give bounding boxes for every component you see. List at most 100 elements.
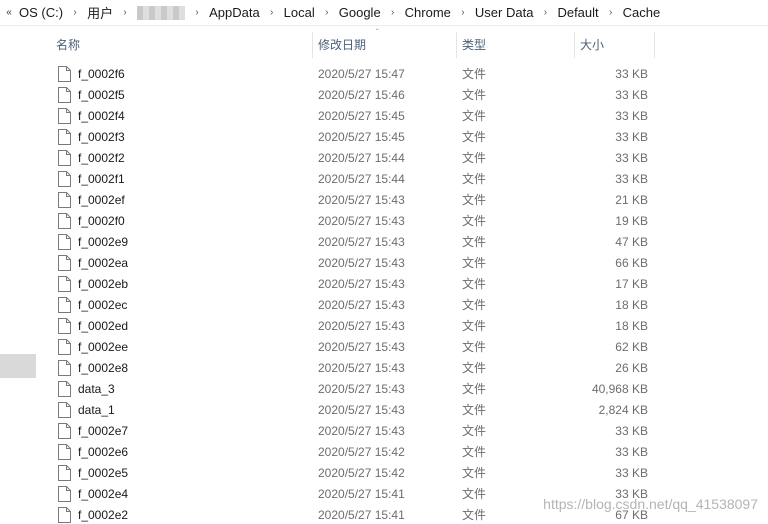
file-name: f_0002f6 [78, 67, 125, 81]
file-date-modified: 2020/5/27 15:43 [318, 298, 405, 312]
column-header-date[interactable]: 修改日期 [312, 30, 456, 60]
file-row[interactable]: f_0002f3 2020/5/27 15:45 文件 33 KB [38, 127, 768, 148]
chevron-right-icon[interactable]: › [263, 7, 281, 18]
file-type: 文件 [462, 130, 487, 144]
breadcrumb-item-redacted[interactable] [137, 5, 186, 20]
file-icon [58, 129, 71, 145]
breadcrumb-item[interactable]: Cache [620, 5, 664, 20]
file-row[interactable]: f_0002e8 2020/5/27 15:43 文件 26 KB [38, 358, 768, 379]
breadcrumb[interactable]: «OS (C:) › 用户 › › AppData › Local › Google › Chrome… [0, 0, 768, 26]
file-row[interactable]: data_3 2020/5/27 15:43 文件 40,968 KB [38, 379, 768, 400]
file-date-modified: 2020/5/27 15:43 [318, 340, 405, 354]
file-name: f_0002e5 [78, 466, 129, 480]
file-row[interactable]: f_0002f4 2020/5/27 15:45 文件 33 KB [38, 106, 768, 127]
file-date-modified: 2020/5/27 15:44 [318, 172, 405, 186]
file-size: 18 KB [615, 298, 648, 312]
file-icon [58, 465, 71, 481]
file-type: 文件 [462, 508, 487, 522]
column-header-type[interactable]: 类型 [456, 30, 574, 60]
file-name: f_0002ec [78, 298, 128, 312]
file-row[interactable]: f_0002e9 2020/5/27 15:43 文件 47 KB [38, 232, 768, 253]
chevron-right-icon[interactable]: › [536, 7, 554, 18]
file-row[interactable]: f_0002f6 2020/5/27 15:47 文件 33 KB [38, 64, 768, 85]
file-icon [58, 192, 71, 208]
file-size: 33 KB [615, 67, 648, 81]
file-row[interactable]: f_0002f1 2020/5/27 15:44 文件 33 KB [38, 169, 768, 190]
file-size: 33 KB [615, 424, 648, 438]
column-header-name[interactable]: 名称 [50, 30, 312, 60]
file-type: 文件 [462, 340, 487, 354]
file-type: 文件 [462, 67, 487, 81]
watermark-text: https://blog.csdn.net/qq_41538097 [543, 496, 758, 512]
column-header-row: 名称 修改日期 ˇ 类型 大小 [38, 28, 768, 60]
breadcrumb-item[interactable]: AppData [206, 5, 263, 20]
file-type: 文件 [462, 403, 487, 417]
file-type: 文件 [462, 109, 487, 123]
column-divider[interactable] [654, 32, 655, 58]
file-row[interactable]: f_0002ee 2020/5/27 15:43 文件 62 KB [38, 337, 768, 358]
file-row[interactable]: f_0002eb 2020/5/27 15:43 文件 17 KB [38, 274, 768, 295]
file-icon [58, 171, 71, 187]
file-row[interactable]: f_0002ef 2020/5/27 15:43 文件 21 KB [38, 190, 768, 211]
file-type: 文件 [462, 88, 487, 102]
chevron-right-icon[interactable]: › [384, 7, 402, 18]
file-date-modified: 2020/5/27 15:43 [318, 382, 405, 396]
file-icon [58, 444, 71, 460]
file-row[interactable]: f_0002e5 2020/5/27 15:42 文件 33 KB [38, 463, 768, 484]
double-chevron-left-icon[interactable]: « [2, 7, 16, 18]
sort-indicator-icon: ˇ [376, 28, 379, 37]
chevron-right-icon[interactable]: › [602, 7, 620, 18]
file-row[interactable]: f_0002ea 2020/5/27 15:43 文件 66 KB [38, 253, 768, 274]
file-size: 33 KB [615, 109, 648, 123]
file-date-modified: 2020/5/27 15:43 [318, 277, 405, 291]
file-name: f_0002ed [78, 319, 129, 333]
file-date-modified: 2020/5/27 15:42 [318, 466, 405, 480]
file-size: 17 KB [615, 277, 648, 291]
breadcrumb-item[interactable]: OS (C:) [16, 5, 66, 20]
file-type: 文件 [462, 235, 487, 249]
file-row[interactable]: f_0002f5 2020/5/27 15:46 文件 33 KB [38, 85, 768, 106]
file-icon [58, 339, 71, 355]
file-icon [58, 297, 71, 313]
file-row[interactable]: f_0002e7 2020/5/27 15:43 文件 33 KB [38, 421, 768, 442]
file-icon [58, 150, 71, 166]
file-name: f_0002f4 [78, 109, 125, 123]
file-row[interactable]: f_0002f2 2020/5/27 15:44 文件 33 KB [38, 148, 768, 169]
chevron-right-icon[interactable]: › [188, 7, 206, 18]
breadcrumb-item[interactable]: Default [554, 5, 601, 20]
file-date-modified: 2020/5/27 15:43 [318, 235, 405, 249]
file-size: 62 KB [615, 340, 648, 354]
chevron-right-icon[interactable]: › [454, 7, 472, 18]
file-name: f_0002ea [78, 256, 129, 270]
file-row[interactable]: f_0002e6 2020/5/27 15:42 文件 33 KB [38, 442, 768, 463]
file-name: data_3 [78, 382, 115, 396]
file-name: f_0002ee [78, 340, 129, 354]
breadcrumb-item[interactable]: Local [281, 5, 318, 20]
file-size: 47 KB [615, 235, 648, 249]
file-icon [58, 108, 71, 124]
file-size: 19 KB [615, 214, 648, 228]
file-row[interactable]: f_0002ed 2020/5/27 15:43 文件 18 KB [38, 316, 768, 337]
breadcrumb-item[interactable]: User Data [472, 5, 537, 20]
nav-pane-selected-item[interactable] [0, 354, 36, 378]
file-size: 21 KB [615, 193, 648, 207]
chevron-right-icon[interactable]: › [66, 7, 84, 18]
breadcrumb-item[interactable]: Google [336, 5, 384, 20]
chevron-right-icon[interactable]: › [318, 7, 336, 18]
column-header-size[interactable]: 大小 [574, 30, 654, 60]
file-size: 18 KB [615, 319, 648, 333]
file-row[interactable]: f_0002f0 2020/5/27 15:43 文件 19 KB [38, 211, 768, 232]
file-icon [58, 234, 71, 250]
file-name: f_0002e6 [78, 445, 129, 459]
file-icon [58, 360, 71, 376]
file-size: 33 KB [615, 172, 648, 186]
file-icon [58, 66, 71, 82]
breadcrumb-item[interactable]: Chrome [402, 5, 454, 20]
file-row[interactable]: data_1 2020/5/27 15:43 文件 2,824 KB [38, 400, 768, 421]
file-date-modified: 2020/5/27 15:43 [318, 214, 405, 228]
file-row[interactable]: f_0002ec 2020/5/27 15:43 文件 18 KB [38, 295, 768, 316]
file-name: f_0002eb [78, 277, 129, 291]
file-type: 文件 [462, 298, 487, 312]
chevron-right-icon[interactable]: › [116, 7, 134, 18]
breadcrumb-item[interactable]: 用户 [84, 3, 116, 22]
